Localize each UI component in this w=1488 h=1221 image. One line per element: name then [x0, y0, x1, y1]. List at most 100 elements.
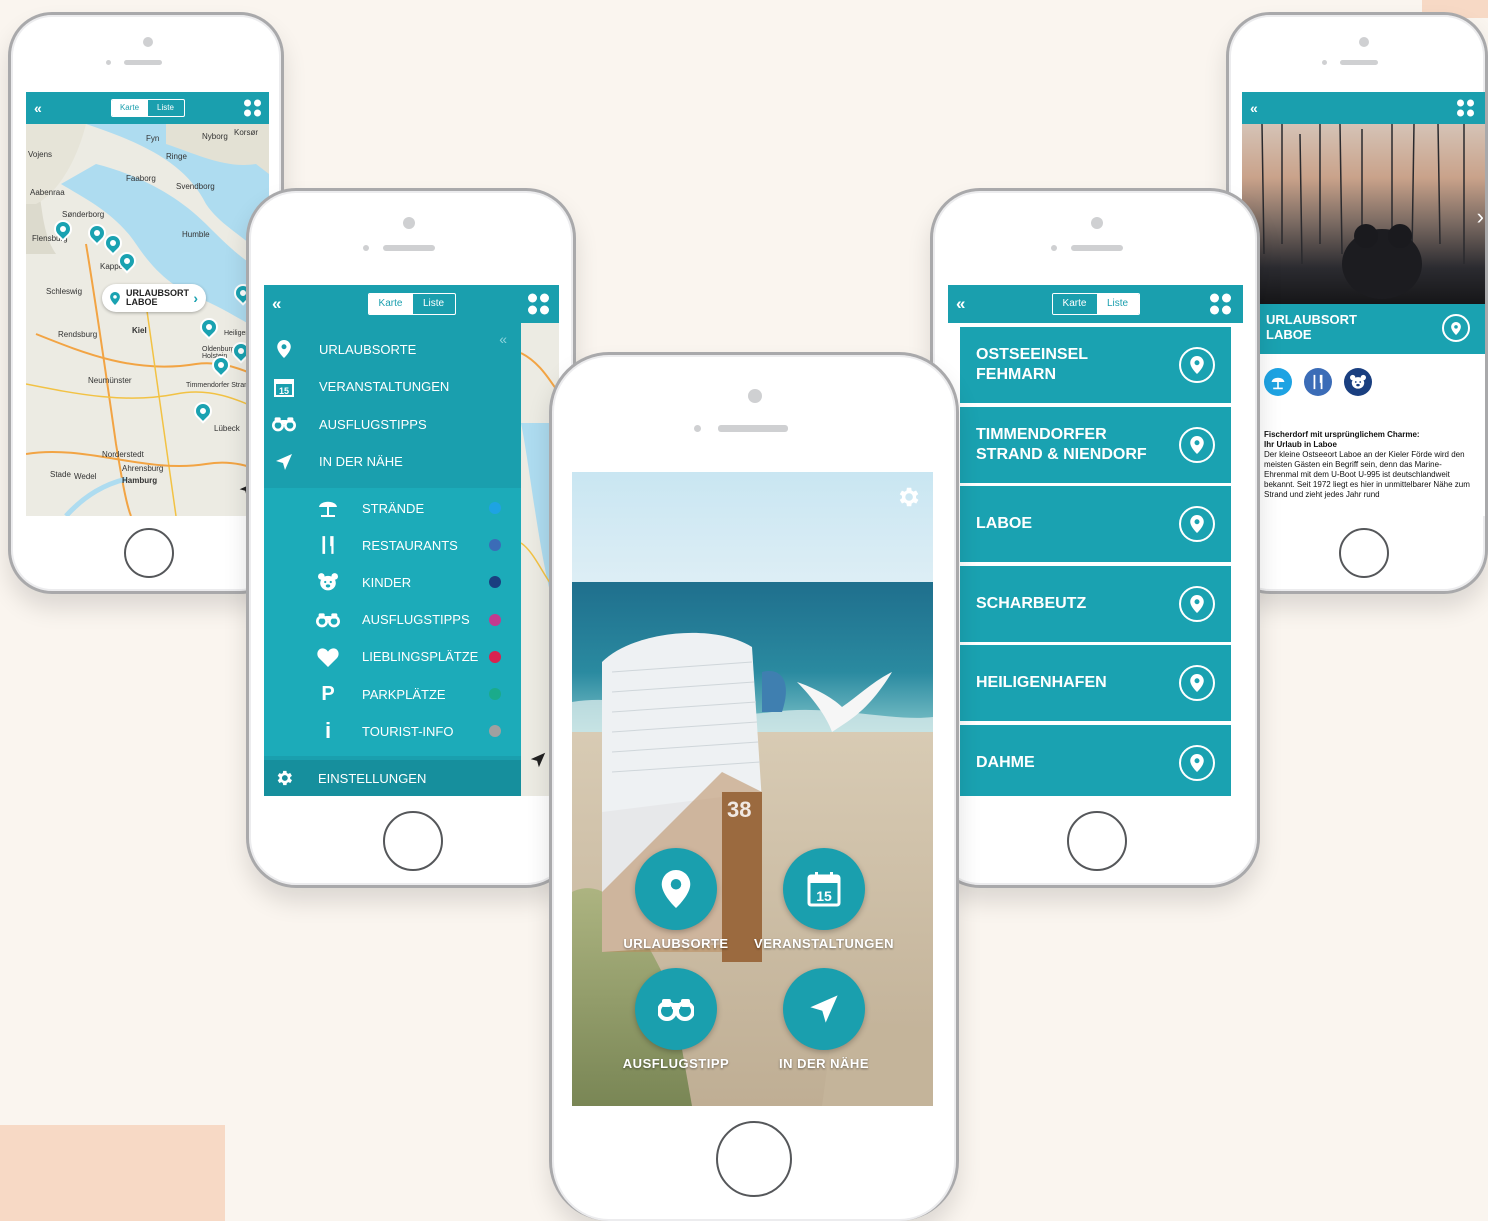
list-item-line1: SCHARBEUTZ [976, 594, 1087, 612]
binoculars-icon [314, 612, 342, 628]
menu-item-veranstaltungen[interactable]: 15 VERANSTALTUNGEN [264, 373, 521, 401]
map-pin-button[interactable] [1179, 426, 1215, 463]
view-toggle: Karte Liste [1051, 293, 1140, 315]
cutlery-icon[interactable] [1304, 368, 1332, 396]
ausflugstipp-button[interactable] [635, 968, 717, 1050]
map-label: Neumünster [88, 376, 132, 385]
list-item[interactable]: SCHARBEUTZ [960, 565, 1231, 642]
speaker [1340, 60, 1378, 65]
map-label: Kiel [132, 326, 147, 335]
home-button[interactable] [1067, 811, 1127, 871]
list-item[interactable]: LABOE [960, 486, 1231, 562]
navigation-arrow-icon[interactable] [529, 751, 547, 769]
teddy-bear-icon[interactable] [1344, 368, 1372, 396]
sensor [106, 60, 111, 65]
veranstaltungen-button[interactable]: 15 [783, 848, 865, 930]
title-bar: URLAUBSORT LABOE [1242, 304, 1485, 354]
grid-menu-icon[interactable] [1457, 99, 1474, 117]
grid-menu-icon[interactable] [1210, 293, 1231, 315]
map-label: Norderstedt [102, 450, 144, 459]
in-der-naehe-label: IN DER NÄHE [778, 1056, 869, 1071]
map-area[interactable]: Sønderborg Flensburg Schleswig Rendsburg… [26, 124, 269, 516]
gear-icon[interactable] [895, 484, 921, 510]
list-item[interactable]: TIMMENDORFER STRAND & NIENDORF [960, 406, 1231, 483]
phone-home-view: 38 URLAUBSORTE 15 VERANSTALTUNGEN AUSFLU… [549, 352, 959, 1221]
tab-karte[interactable]: Karte [111, 100, 148, 116]
list-item[interactable]: DAHME [960, 724, 1231, 796]
home-button[interactable] [124, 528, 174, 578]
grid-menu-icon[interactable] [244, 99, 261, 117]
tab-liste[interactable]: Liste [148, 100, 184, 116]
map-pin-icon [1451, 321, 1461, 335]
menu-item-in-der-nähe[interactable]: IN DER NÄHE [264, 448, 521, 476]
menu-label: PARKPLÄTZE [362, 686, 446, 702]
sensor [1051, 245, 1057, 251]
menu-label: KINDER [362, 574, 412, 590]
back-icon[interactable]: « [1250, 100, 1258, 116]
map-pin-icon [1189, 515, 1205, 533]
home-screen: 38 URLAUBSORTE 15 VERANSTALTUNGEN AUSFLU… [572, 472, 933, 1106]
tab-karte[interactable]: Karte [1052, 294, 1097, 314]
sensor [363, 245, 369, 251]
description-heading1: Fischerdorf mit ursprünglichem Charme: [1264, 430, 1420, 439]
next-image-icon[interactable]: › [1477, 204, 1484, 230]
tab-liste[interactable]: Liste [413, 294, 455, 314]
map-label: Aabenraa [30, 188, 65, 197]
top-bar: « Karte Liste [264, 285, 559, 323]
in-der-naehe-button[interactable] [783, 968, 865, 1050]
list-item[interactable]: OSTSEEINSEL FEHMARN [960, 327, 1231, 403]
tab-karte[interactable]: Karte [368, 294, 413, 314]
map-label: Sønderborg [62, 210, 105, 219]
menu-item-ausflugstipps[interactable]: AUSFLUGSTIPPS [264, 410, 521, 438]
map-pin-button[interactable] [1179, 665, 1215, 701]
tab-liste[interactable]: Liste [1096, 294, 1139, 314]
map-pin-button[interactable] [1179, 347, 1215, 383]
submenu-item-restaurants[interactable]: RESTAURANTS [264, 531, 521, 559]
urlaubsorte-button[interactable] [635, 848, 717, 930]
front-camera [143, 37, 153, 47]
submenu-item-lieblingsplätze[interactable]: LIEBLINGSPLÄTZE [264, 643, 521, 671]
submenu-item-kinder[interactable]: KINDER [264, 568, 521, 596]
urlaubsorte-label: URLAUBSORTE [623, 936, 729, 951]
map-pin-button[interactable] [1442, 314, 1470, 342]
submenu-item-parkplätze[interactable]: P PARKPLÄTZE [264, 680, 521, 708]
binoculars-icon [272, 416, 296, 432]
home-button[interactable] [716, 1121, 792, 1197]
top-bar: « Karte Liste [948, 285, 1243, 323]
menu-item-urlaubsorte[interactable]: URLAUBSORTE [264, 335, 521, 363]
menu-label: LIEBLINGSPLÄTZE [362, 649, 479, 665]
map-pin-button[interactable] [1179, 744, 1215, 781]
map-label: Svendborg [176, 182, 215, 191]
menu-item-settings[interactable]: EINSTELLUNGEN [264, 760, 521, 796]
grid-menu-icon[interactable] [528, 293, 549, 315]
back-icon[interactable]: « [956, 294, 965, 314]
phone-menu-view: « Karte Liste « URLAUBSORTE 15 VERANSTALTU… [246, 188, 576, 888]
home-button[interactable] [1339, 528, 1389, 578]
back-icon[interactable]: « [272, 294, 281, 314]
view-toggle: Karte Liste [110, 99, 185, 117]
category-color-dot [489, 650, 501, 663]
submenu-item-strände[interactable]: STRÄNDE [264, 494, 521, 522]
heart-icon [314, 647, 342, 667]
basket-number: 38 [727, 797, 752, 822]
sensor [694, 425, 701, 432]
beach-umbrella-icon[interactable] [1264, 368, 1292, 396]
map-label: Nyborg [202, 132, 228, 141]
submenu-item-ausflugstipps[interactable]: AUSFLUGSTIPPS [264, 606, 521, 634]
binoculars-icon [658, 999, 694, 1021]
list-item[interactable]: HEILIGENHAFEN [960, 645, 1231, 721]
submenu-item-tourist-info[interactable]: i TOURIST-INFO [264, 717, 521, 745]
map-label: Faaborg [126, 174, 156, 183]
view-toggle: Karte Liste [367, 293, 456, 315]
map-pin-button[interactable] [1179, 506, 1215, 542]
map-pin-icon [1189, 674, 1205, 692]
map-pin-button[interactable] [1179, 585, 1215, 622]
map-label: Hamburg [122, 476, 158, 485]
back-icon[interactable]: « [34, 100, 42, 116]
map-label: Vojens [28, 150, 53, 159]
front-camera [1091, 217, 1103, 229]
location-callout[interactable]: URLAUBSORT LABOE › [102, 284, 206, 312]
teddy-bear-icon [314, 572, 342, 592]
home-button[interactable] [383, 811, 443, 871]
menu-label: VERANSTALTUNGEN [319, 379, 450, 394]
